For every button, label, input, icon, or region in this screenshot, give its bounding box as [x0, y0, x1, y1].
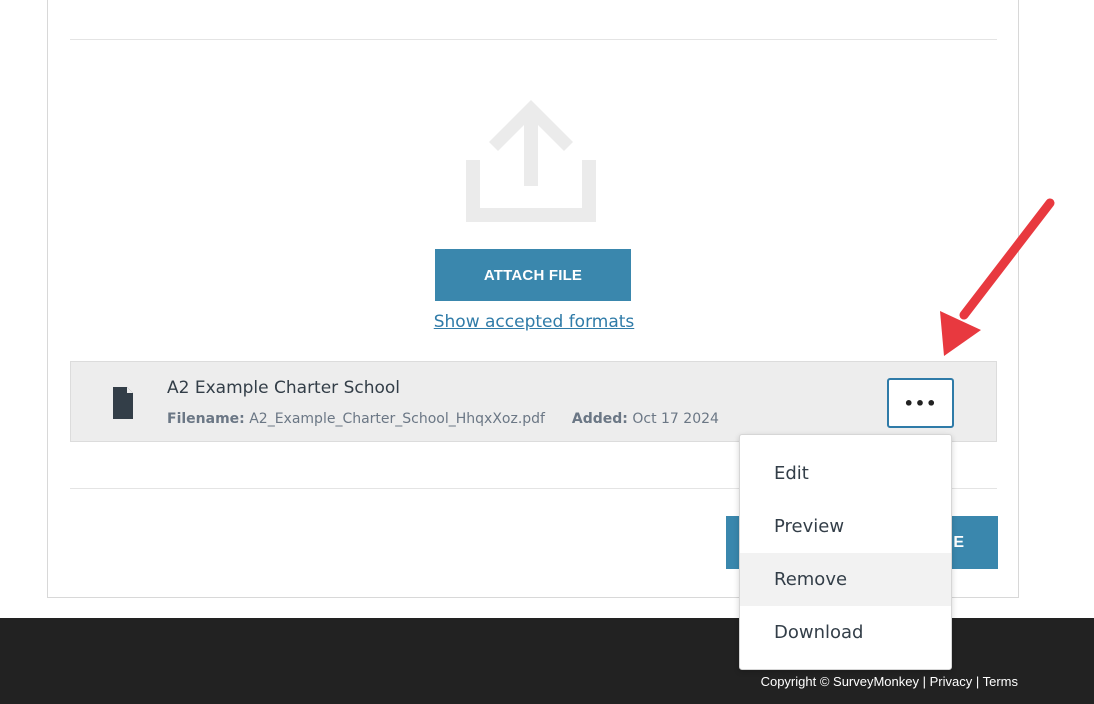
- document-icon: [113, 387, 133, 419]
- file-meta: Filename: A2_Example_Charter_School_Hhqx…: [167, 411, 719, 427]
- annotation-arrow-icon: [940, 198, 1055, 356]
- copyright-text: Copyright © SurveyMonkey: [760, 674, 919, 689]
- show-accepted-formats-link[interactable]: Show accepted formats: [417, 312, 651, 332]
- more-options-button[interactable]: •••: [887, 378, 954, 428]
- terms-link[interactable]: Terms: [983, 674, 1018, 689]
- attached-file-row: A2 Example Charter School Filename: A2_E…: [70, 361, 997, 442]
- upload-icon: [466, 100, 596, 222]
- filename-label: Filename:: [167, 411, 245, 427]
- menu-item-remove[interactable]: Remove: [740, 553, 951, 606]
- file-options-menu: Edit Preview Remove Download: [739, 434, 952, 670]
- footer-separator: |: [972, 674, 983, 689]
- added-label: Added:: [571, 411, 628, 427]
- divider: [70, 39, 997, 40]
- attach-file-button[interactable]: ATTACH FILE: [435, 249, 631, 301]
- file-title: A2 Example Charter School: [167, 378, 401, 398]
- filename-value: A2_Example_Charter_School_HhqxXoz.pdf: [249, 411, 545, 427]
- menu-item-edit[interactable]: Edit: [740, 447, 951, 500]
- privacy-link[interactable]: Privacy: [930, 674, 973, 689]
- footer-links: Copyright © SurveyMonkey | Privacy | Ter…: [761, 674, 1018, 689]
- menu-item-preview[interactable]: Preview: [740, 500, 951, 553]
- added-date: Oct 17 2024: [632, 411, 719, 427]
- footer-separator: |: [919, 674, 930, 689]
- menu-item-download[interactable]: Download: [740, 606, 951, 659]
